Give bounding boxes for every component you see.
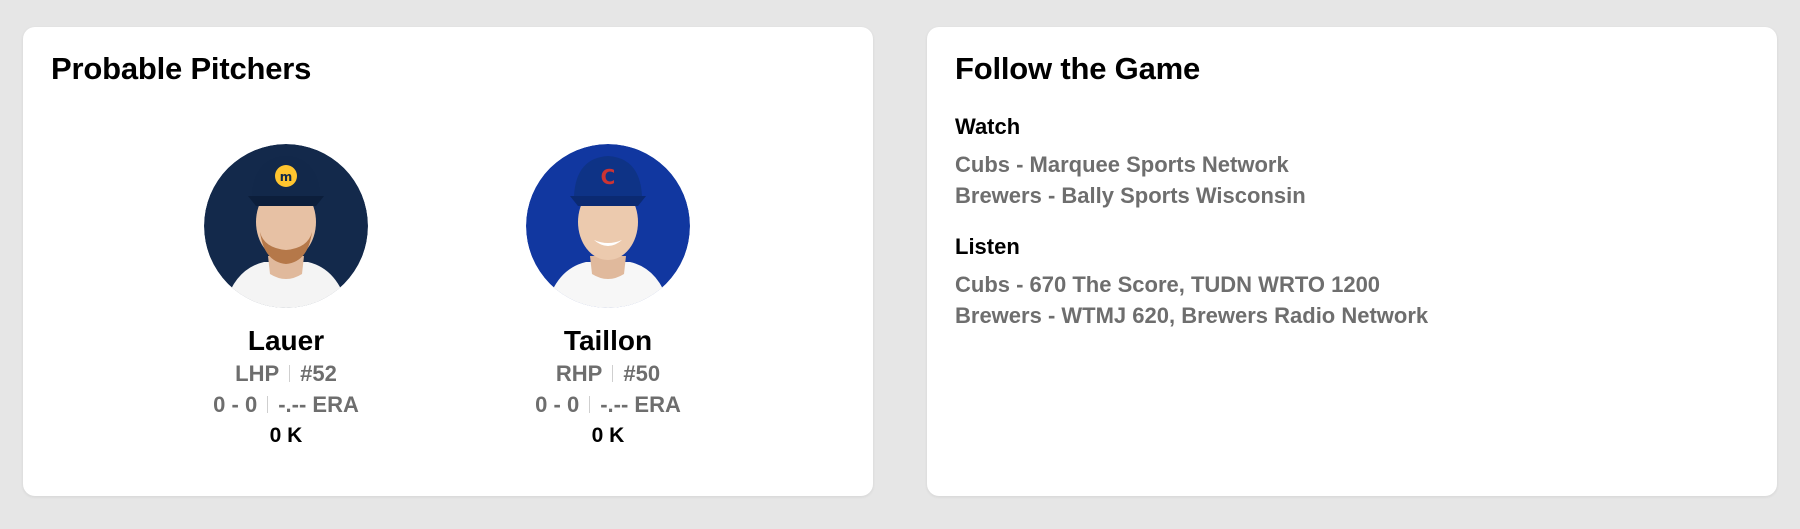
pitcher-strikeouts: 0 K (269, 424, 303, 447)
listen-label: Listen (955, 234, 1020, 259)
pitcher-strikeouts: 0 K (591, 424, 625, 447)
broadcast-line: Brewers - Bally Sports Wisconsin (955, 183, 1306, 208)
svg-text:C: C (601, 165, 616, 189)
pitcher-record-era: 0 - 0 -.-- ERA (508, 389, 708, 420)
pitcher-headshot-avatar[interactable]: C (526, 144, 690, 308)
pitcher-position: LHP (235, 361, 280, 386)
watch-list: Cubs - Marquee Sports Network Brewers - … (955, 149, 1306, 211)
pitcher-position-number: LHP #52 (186, 358, 386, 389)
divider (289, 365, 291, 382)
pitcher-number: #50 (623, 361, 661, 386)
svg-text:m: m (280, 170, 293, 184)
pitcher-era: -.-- ERA (600, 392, 681, 417)
listen-list: Cubs - 670 The Score, TUDN WRTO 1200 Bre… (955, 269, 1428, 331)
pitcher-name[interactable]: Lauer (186, 324, 386, 358)
pitcher-name[interactable]: Taillon (508, 324, 708, 358)
probable-pitchers-card: Probable Pitchers m Lauer LHP #52 0 - 0 -.… (23, 27, 873, 496)
divider (267, 396, 269, 413)
broadcast-line: Cubs - 670 The Score, TUDN WRTO 1200 (955, 272, 1381, 297)
divider (612, 365, 614, 382)
broadcast-line: Brewers - WTMJ 620, Brewers Radio Networ… (955, 303, 1429, 328)
pitcher-record-era: 0 - 0 -.-- ERA (186, 389, 386, 420)
pitcher-era: -.-- ERA (278, 392, 359, 417)
follow-the-game-title: Follow the Game (955, 51, 1201, 86)
pitcher-record: 0 - 0 (213, 392, 258, 417)
pitcher-record: 0 - 0 (535, 392, 580, 417)
pitcher-taillon[interactable]: C Taillon RHP #50 0 - 0 -.-- ERA 0 K (508, 144, 708, 451)
watch-label: Watch (955, 114, 1021, 139)
pitcher-lauer[interactable]: m Lauer LHP #52 0 - 0 -.-- ERA 0 K (186, 144, 386, 451)
follow-the-game-card: Follow the Game Watch Cubs - Marquee Spo… (927, 27, 1777, 496)
pitcher-headshot-avatar[interactable]: m (204, 144, 368, 308)
pitcher-number: #52 (300, 361, 337, 386)
broadcast-line: Cubs - Marquee Sports Network (955, 152, 1289, 177)
pitcher-position: RHP (555, 361, 603, 386)
divider (589, 396, 591, 413)
probable-pitchers-title: Probable Pitchers (51, 51, 312, 86)
pitcher-position-number: RHP #50 (508, 358, 708, 389)
